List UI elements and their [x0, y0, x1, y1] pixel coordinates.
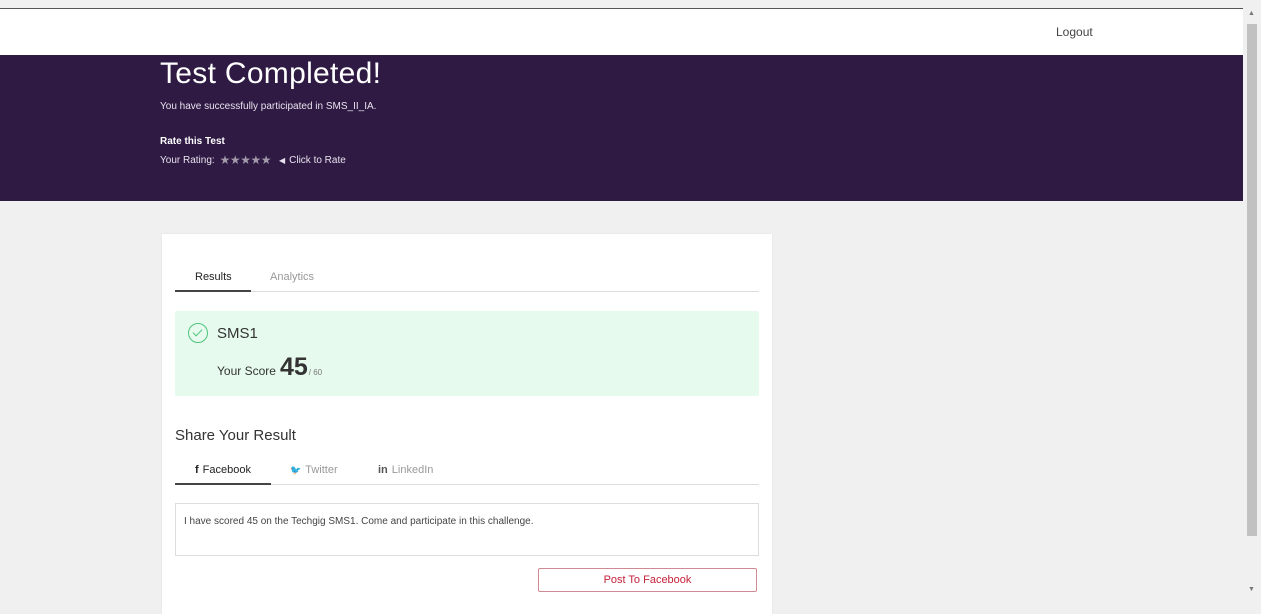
completion-subtitle: You have successfully participated in SM…	[160, 101, 377, 112]
completion-banner: Test Completed! You have successfully pa…	[0, 55, 1243, 201]
score-value: 45	[279, 353, 308, 381]
tab-analytics[interactable]: Analytics	[270, 271, 314, 283]
tab-facebook[interactable]: f Facebook	[195, 464, 251, 476]
share-message: I have scored 45 on the Techgig SMS1. Co…	[184, 516, 534, 527]
score-line: Your Score 45 / 60	[217, 353, 322, 382]
logout-link[interactable]: Logout	[1056, 25, 1093, 39]
active-tab-indicator	[175, 290, 251, 292]
score-box: SMS1 Your Score 45 / 60	[175, 311, 759, 396]
post-to-facebook-button[interactable]: Post To Facebook	[538, 568, 757, 592]
rating-label: Your Rating:	[160, 154, 215, 166]
twitter-label: Twitter	[305, 464, 338, 476]
scroll-thumb[interactable]	[1247, 24, 1257, 536]
twitter-icon: 🐦	[290, 465, 302, 475]
result-tabs: Results Analytics	[175, 267, 759, 292]
star-rating[interactable]: ★★★★★	[220, 153, 272, 167]
scroll-up-icon[interactable]: ▲	[1248, 10, 1255, 17]
share-title: Share Your Result	[175, 427, 296, 444]
share-tabs: f Facebook 🐦 Twitter in LinkedIn	[175, 461, 759, 485]
click-to-rate-label[interactable]: Click to Rate	[289, 155, 346, 166]
test-name: SMS1	[217, 325, 258, 342]
rate-title: Rate this Test	[160, 136, 225, 147]
share-message-box[interactable]: I have scored 45 on the Techgig SMS1. Co…	[175, 503, 759, 556]
tab-linkedin[interactable]: in LinkedIn	[378, 464, 433, 476]
result-card: Results Analytics SMS1 Your Score 45 / 6…	[162, 234, 772, 614]
tab-results[interactable]: Results	[195, 271, 232, 283]
rating-row: Your Rating: ★★★★★ ◀ Click to Rate	[160, 153, 346, 167]
tab-twitter[interactable]: 🐦 Twitter	[290, 464, 338, 476]
vertical-scrollbar[interactable]: ▲ ▼	[1243, 8, 1261, 597]
facebook-icon: f	[195, 464, 199, 476]
page-title: Test Completed!	[160, 57, 382, 90]
facebook-label: Facebook	[202, 464, 251, 476]
top-bar: Logout	[0, 9, 1243, 55]
active-share-tab-indicator	[175, 483, 271, 485]
linkedin-icon: in	[378, 464, 388, 476]
score-total: / 60	[308, 368, 323, 377]
linkedin-label: LinkedIn	[391, 464, 434, 476]
check-circle-icon	[188, 323, 208, 343]
score-label: Your Score	[217, 364, 276, 378]
scroll-down-icon[interactable]: ▼	[1248, 586, 1255, 593]
caret-left-icon: ◀	[278, 155, 286, 165]
